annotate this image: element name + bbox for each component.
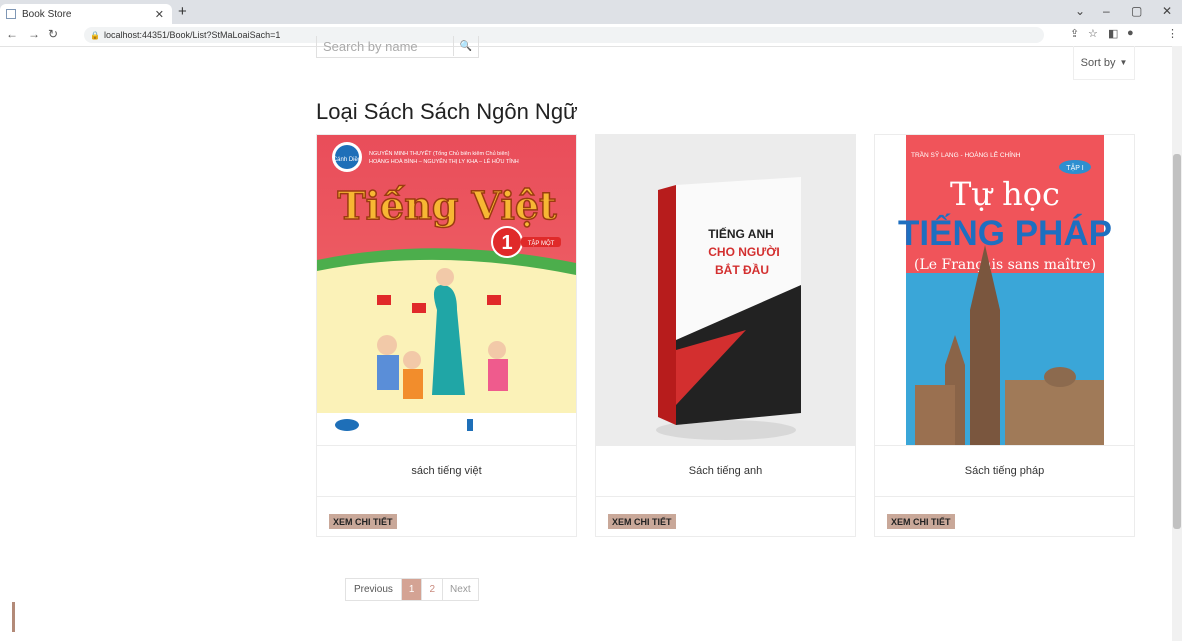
browser-tab-strip: Book Store ✕ + ⌄ – ▢ ✕ [0, 0, 1182, 24]
book-cover-tieng-phap[interactable]: TRẦN SỸ LANG - HOÀNG LÊ CHÍNH TẬP I Tự h… [875, 135, 1134, 445]
cover-authors-line1: NGUYỄN MINH THUYẾT (Tổng Chủ biên kiêm C… [369, 150, 510, 157]
lock-icon: 🔒 [90, 30, 100, 40]
search-icon[interactable]: 🔍 [453, 36, 478, 56]
book-card: TIẾNG ANH CHO NGƯỜI BẮT ĐẦU Sách tiếng a… [595, 134, 856, 537]
cover-subtitle: (Le Français sans maître) [914, 257, 1096, 273]
profile-avatar-icon[interactable]: ● [1127, 27, 1134, 39]
page-icon [6, 9, 16, 19]
left-edge-accent [12, 602, 15, 632]
browser-tab[interactable]: Book Store ✕ [0, 4, 172, 24]
page-scrollbar[interactable] [1172, 46, 1182, 641]
back-icon[interactable]: ← [6, 27, 18, 41]
page-title: Loại Sách Sách Ngôn Ngữ [316, 99, 578, 124]
cover-title-line2: TIẾNG PHÁP [898, 213, 1112, 253]
close-icon[interactable]: ✕ [155, 8, 164, 21]
book-card: Cánh Diều NGUYỄN MINH THUYẾT (Tổng Chủ b… [316, 134, 577, 537]
book-cover-tieng-anh[interactable]: TIẾNG ANH CHO NGƯỜI BẮT ĐẦU [596, 135, 855, 445]
sort-by-dropdown[interactable]: Sort by ▼ [1073, 46, 1135, 80]
pagination: Previous 1 2 Next [345, 578, 479, 601]
cover-line3: BẮT ĐẦU [715, 262, 769, 277]
pagination-page-1[interactable]: 1 [401, 579, 423, 600]
search-input[interactable] [317, 36, 455, 56]
book-card: TRẦN SỸ LANG - HOÀNG LÊ CHÍNH TẬP I Tự h… [874, 134, 1135, 537]
book-title: sách tiếng việt [317, 445, 576, 497]
chevron-down-icon[interactable]: ⌄ [1075, 4, 1085, 18]
bookmark-star-icon[interactable]: ☆ [1088, 27, 1098, 40]
pagination-next[interactable]: Next [443, 579, 478, 600]
caret-down-icon: ▼ [1119, 58, 1128, 67]
view-detail-button[interactable]: XEM CHI TIẾT [329, 514, 397, 529]
scrollbar-thumb[interactable] [1173, 154, 1181, 529]
menu-kebab-icon[interactable]: ⋮ [1167, 27, 1178, 40]
cover-volume: TẬP MỘT [528, 240, 555, 247]
sort-by-label: Sort by [1080, 56, 1116, 69]
cover-authors-line2: HOÀNG HOÀ BÌNH – NGUYỄN THỊ LY KHA – LÊ … [369, 157, 519, 165]
cover-logo: Cánh Diều [333, 157, 361, 163]
cover-title: Tiếng Việt [337, 183, 557, 228]
side-panel-icon[interactable]: ◧ [1108, 27, 1118, 40]
pagination-previous[interactable]: Previous [346, 579, 402, 600]
pagination-page-2[interactable]: 2 [422, 579, 444, 600]
view-detail-button[interactable]: XEM CHI TIẾT [887, 514, 955, 529]
cover-line1: TIẾNG ANH [708, 226, 774, 241]
view-detail-button[interactable]: XEM CHI TIẾT [608, 514, 676, 529]
book-title: Sách tiếng pháp [875, 445, 1134, 497]
address-bar: ← → ↻ 🔒 localhost:44351/Book/List?StMaLo… [0, 24, 1182, 47]
cover-grade: 1 [501, 232, 512, 254]
close-window-icon[interactable]: ✕ [1162, 4, 1172, 18]
url-text: localhost:44351/Book/List?StMaLoaiSach=1 [103, 30, 281, 40]
url-field[interactable]: 🔒 localhost:44351/Book/List?StMaLoaiSach… [84, 27, 1044, 43]
cover-title-line1: Tự học [950, 175, 1060, 213]
minimize-icon[interactable]: – [1103, 4, 1110, 18]
share-icon[interactable]: ⇪ [1070, 27, 1079, 40]
book-title: Sách tiếng anh [596, 445, 855, 497]
book-cover-tieng-viet[interactable]: Cánh Diều NGUYỄN MINH THUYẾT (Tổng Chủ b… [317, 135, 576, 445]
search-box: 🔍 [316, 36, 479, 58]
forward-icon[interactable]: → [28, 27, 40, 41]
reload-icon[interactable]: ↻ [48, 27, 58, 41]
cover-line2: CHO NGƯỜI [708, 244, 780, 259]
new-tab-icon[interactable]: + [178, 3, 187, 20]
cover-volume: TẬP I [1066, 163, 1083, 172]
restore-icon[interactable]: ▢ [1131, 4, 1142, 18]
tab-title: Book Store [22, 8, 72, 20]
